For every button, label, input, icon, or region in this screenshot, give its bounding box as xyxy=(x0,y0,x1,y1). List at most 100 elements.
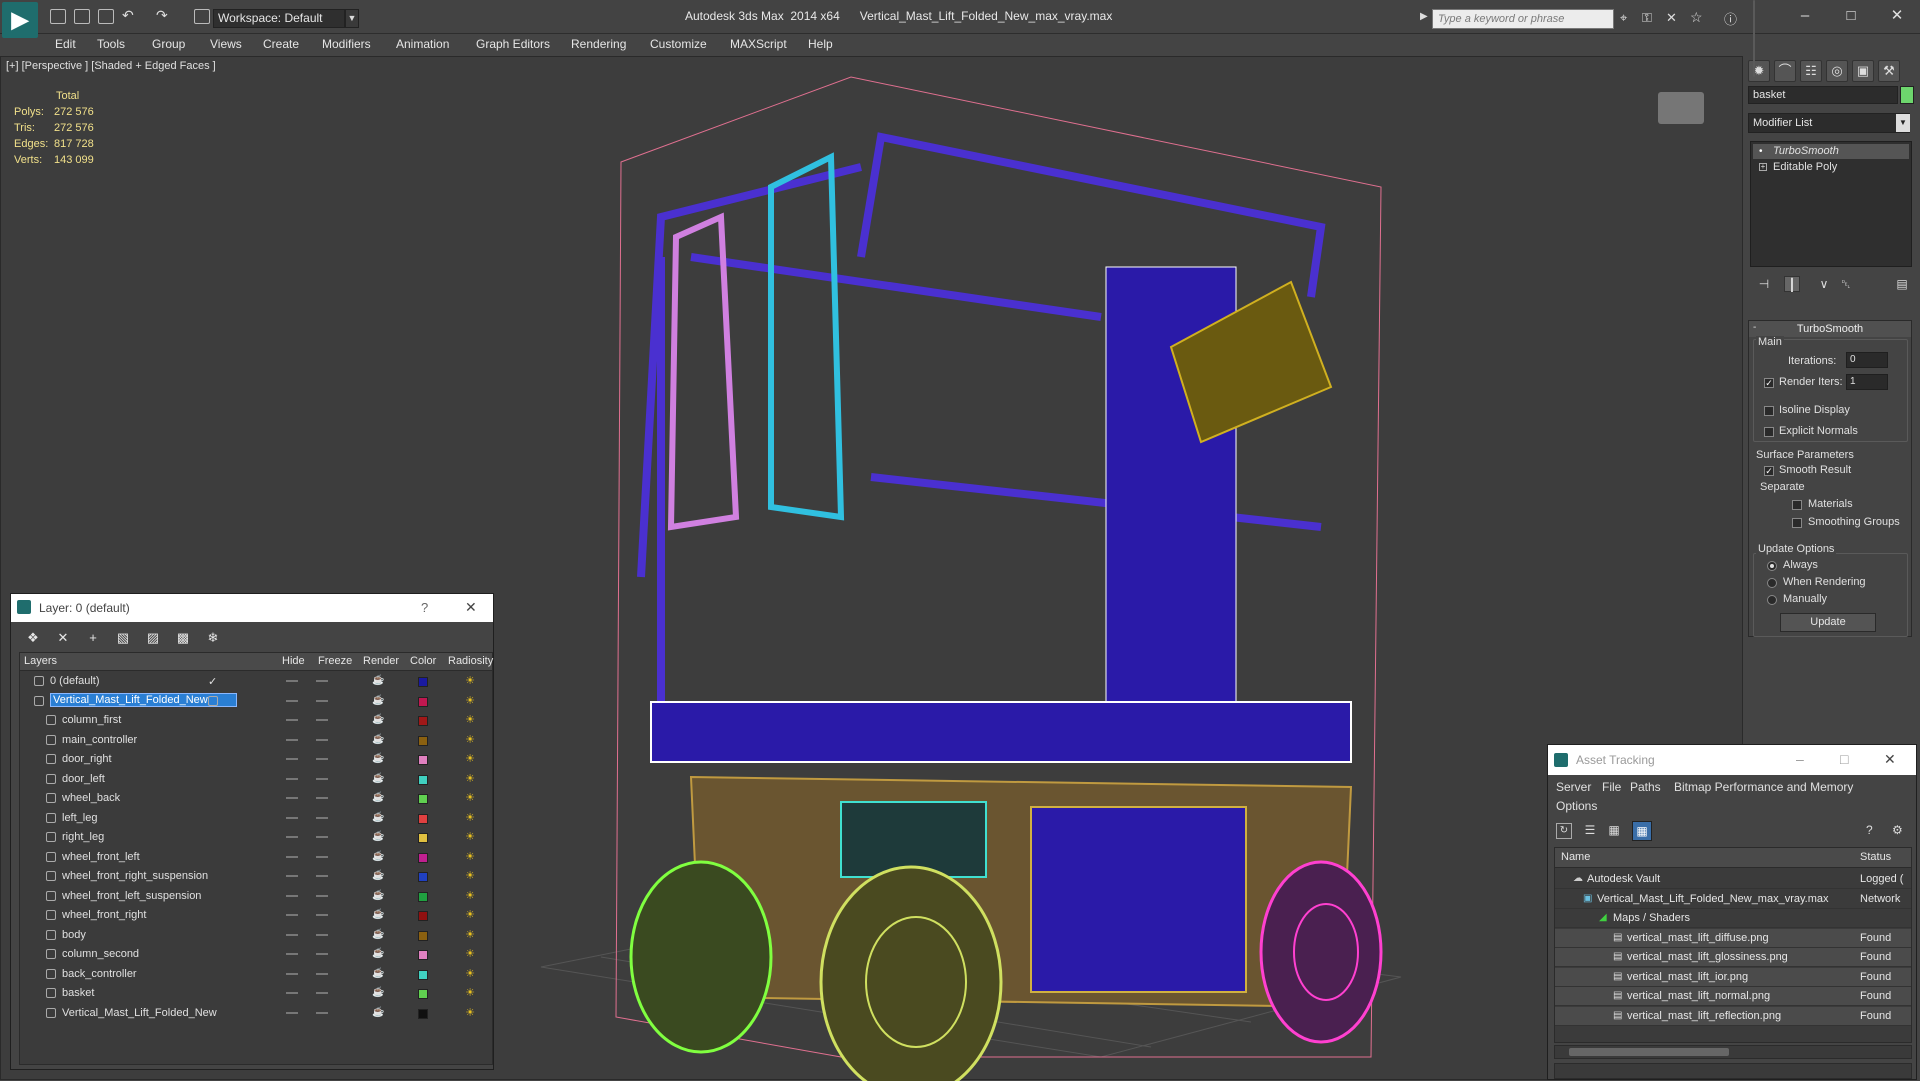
redo-icon[interactable]: ↷ xyxy=(156,7,168,24)
layer-name[interactable]: right_leg xyxy=(62,831,104,843)
minimize-button[interactable]: – xyxy=(1790,6,1820,26)
layer-row[interactable]: wheel_back ☕ ☀ xyxy=(20,789,492,808)
layer-name[interactable]: column_second xyxy=(62,948,139,960)
radiosity-icon[interactable]: ☀ xyxy=(463,968,477,980)
smoothing-groups-checkbox[interactable] xyxy=(1792,518,1802,528)
radiosity-icon[interactable]: ☀ xyxy=(463,812,477,824)
render-teapot-icon[interactable]: ☕ xyxy=(372,734,384,745)
explicit-normals-checkbox[interactable] xyxy=(1764,427,1774,437)
hide-toggle[interactable] xyxy=(286,738,298,741)
help-icon[interactable]: ? xyxy=(421,600,428,615)
modify-tab-icon[interactable]: ⌒ xyxy=(1774,60,1796,82)
radiosity-icon[interactable]: ☀ xyxy=(463,890,477,902)
asset-menu-options[interactable]: Options xyxy=(1556,799,1597,813)
open-file-icon[interactable] xyxy=(74,9,90,24)
asset-menu-paths[interactable]: Paths xyxy=(1630,780,1661,794)
col-status[interactable]: Status xyxy=(1860,851,1891,863)
layer-dialog-titlebar[interactable]: Layer: 0 (default) ? ✕ xyxy=(11,594,493,622)
chevron-down-icon[interactable]: ▼ xyxy=(1896,114,1910,132)
exchange-icon[interactable]: ✕ xyxy=(1666,10,1677,26)
update-manually-radio[interactable] xyxy=(1767,595,1777,605)
hide-toggle[interactable] xyxy=(286,758,298,760)
expand-icon[interactable]: + xyxy=(1759,163,1767,171)
menu-edit[interactable]: Edit xyxy=(55,37,76,51)
freeze-toggle[interactable] xyxy=(316,855,328,858)
render-teapot-icon[interactable]: ☕ xyxy=(372,1007,384,1018)
col-freeze[interactable]: Freeze xyxy=(318,655,352,667)
col-name[interactable]: Name xyxy=(1561,851,1590,863)
select-objects-icon[interactable]: ▧ xyxy=(115,630,131,646)
thumbnail-view-icon[interactable]: ▦ xyxy=(1606,823,1622,839)
layer-row[interactable]: basket ☕ ☀ xyxy=(20,984,492,1003)
display-tab-icon[interactable]: ▣ xyxy=(1852,60,1874,82)
rollout-header[interactable]: TurboSmooth xyxy=(1749,321,1911,337)
app-logo-icon[interactable]: ▶ xyxy=(2,2,38,38)
asset-row[interactable]: ▤ vertical_mast_lift_reflection.png Found xyxy=(1555,1006,1911,1026)
layer-color-swatch[interactable] xyxy=(418,696,428,707)
render-teapot-icon[interactable]: ☕ xyxy=(372,851,384,862)
layer-color-swatch[interactable] xyxy=(418,872,428,882)
close-button[interactable]: ✕ xyxy=(1882,6,1912,26)
layer-row[interactable]: door_left ☕ ☀ xyxy=(20,770,492,789)
hide-toggle[interactable] xyxy=(286,894,298,897)
viewport-label[interactable]: [+] [Perspective ] [Shaded + Edged Faces… xyxy=(6,60,216,72)
layer-name[interactable]: column_first xyxy=(62,714,121,726)
freeze-toggle[interactable] xyxy=(316,777,328,780)
layer-name[interactable]: 0 (default) xyxy=(50,675,100,687)
hide-toggle[interactable] xyxy=(286,836,298,838)
layer-name[interactable]: wheel_back xyxy=(62,792,120,804)
materials-checkbox[interactable] xyxy=(1792,500,1802,510)
asset-name[interactable]: Autodesk Vault xyxy=(1587,873,1660,885)
vault-settings-icon[interactable]: ⚙ xyxy=(1892,823,1903,837)
layer-color-swatch[interactable] xyxy=(418,911,428,921)
utilities-tab-icon[interactable]: ⚒ xyxy=(1878,60,1900,82)
layer-row[interactable]: Vertical_Mast_Lift_Folded_New ☕ ☀ xyxy=(20,1004,492,1023)
asset-dialog-titlebar[interactable]: Asset Tracking – □ ✕ xyxy=(1548,745,1916,775)
layer-color-swatch[interactable] xyxy=(418,833,428,843)
asset-menu-file[interactable]: File xyxy=(1602,780,1621,794)
search-input[interactable]: Type a keyword or phrase xyxy=(1432,9,1614,29)
new-layer-icon[interactable]: ❖ xyxy=(25,630,41,646)
list-view-icon[interactable]: ☰ xyxy=(1582,823,1598,839)
radiosity-icon[interactable]: ☀ xyxy=(463,831,477,843)
col-radiosity[interactable]: Radiosity xyxy=(448,655,493,667)
render-teapot-icon[interactable]: ☕ xyxy=(372,675,384,686)
minimize-icon[interactable]: – xyxy=(1796,751,1804,767)
layer-color-swatch[interactable] xyxy=(418,1008,428,1019)
motion-tab-icon[interactable]: ◎ xyxy=(1826,60,1848,82)
render-teapot-icon[interactable]: ☕ xyxy=(372,753,384,764)
update-button[interactable]: Update xyxy=(1780,613,1876,632)
asset-row[interactable]: ▤ vertical_mast_lift_normal.png Found xyxy=(1555,987,1911,1006)
table-view-icon[interactable]: ▦ xyxy=(1632,821,1652,841)
hide-toggle[interactable] xyxy=(286,777,298,780)
layer-row[interactable]: back_controller ☕ ☀ xyxy=(20,965,492,984)
pin-stack-icon[interactable]: ⊣ xyxy=(1756,276,1772,292)
hide-toggle[interactable] xyxy=(286,953,298,955)
layer-color-swatch[interactable] xyxy=(418,794,428,804)
freeze-toggle[interactable] xyxy=(316,797,328,799)
hide-toggle[interactable] xyxy=(286,972,298,975)
freeze-all-icon[interactable]: ❄ xyxy=(205,630,221,646)
undo-icon[interactable]: ↶ xyxy=(122,7,134,24)
layer-color-swatch[interactable] xyxy=(418,930,428,941)
hide-toggle[interactable] xyxy=(286,680,298,682)
hide-toggle[interactable] xyxy=(286,933,298,936)
layer-row[interactable]: body ☕ ☀ xyxy=(20,926,492,945)
menu-tools[interactable]: Tools xyxy=(97,37,125,51)
object-color-swatch[interactable] xyxy=(1900,86,1914,104)
render-teapot-icon[interactable]: ☕ xyxy=(372,968,384,979)
layer-name[interactable]: left_leg xyxy=(62,812,97,824)
radiosity-icon[interactable]: ☀ xyxy=(463,851,477,863)
help-icon[interactable]: ? xyxy=(1866,823,1873,837)
stack-item-editable-poly[interactable]: Editable Poly xyxy=(1753,160,1909,175)
menu-maxscript[interactable]: MAXScript xyxy=(730,37,787,51)
freeze-toggle[interactable] xyxy=(316,699,328,702)
binoculars-icon[interactable]: ⌖ xyxy=(1620,10,1627,26)
make-unique-icon[interactable]: ∨ xyxy=(1816,276,1832,292)
layer-row[interactable]: left_leg ☕ ☀ xyxy=(20,809,492,828)
stack-item-turbosmooth[interactable]: TurboSmooth xyxy=(1753,144,1909,159)
freeze-toggle[interactable] xyxy=(316,992,328,994)
radiosity-icon[interactable]: ☀ xyxy=(463,734,477,746)
hide-all-icon[interactable]: ▩ xyxy=(175,630,191,646)
delete-layer-icon[interactable]: ✕ xyxy=(55,630,71,646)
